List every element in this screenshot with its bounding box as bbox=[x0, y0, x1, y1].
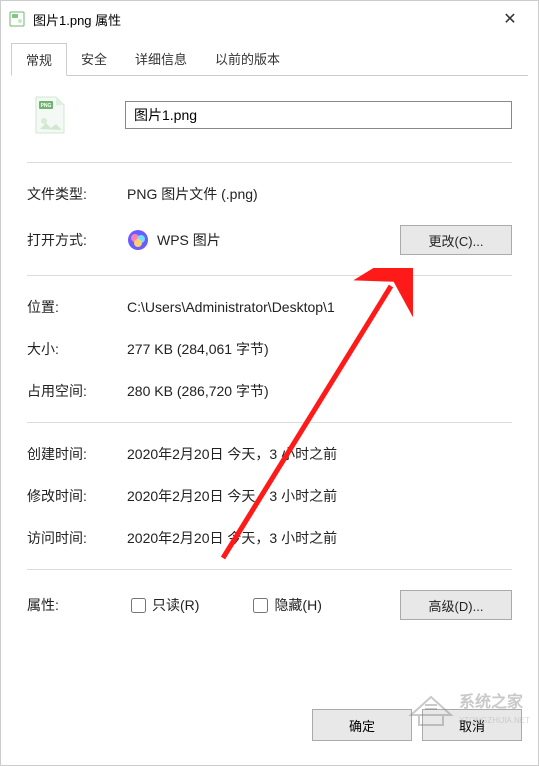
title-icon bbox=[9, 11, 25, 27]
tab-details[interactable]: 详细信息 bbox=[121, 43, 201, 75]
value-sizedisk: 280 KB (286,720 字节) bbox=[127, 381, 512, 401]
tab-strip: 常规 安全 详细信息 以前的版本 bbox=[11, 43, 528, 76]
tab-content: PNG 文件类型: PNG 图片文件 (.png) 打开方式: bbox=[1, 76, 538, 650]
label-modified: 修改时间: bbox=[27, 486, 127, 506]
close-button[interactable]: ✕ bbox=[490, 9, 530, 29]
svg-text:PNG: PNG bbox=[41, 103, 52, 109]
ok-button[interactable]: 确定 bbox=[312, 709, 412, 741]
titlebar: 图片1.png 属性 ✕ bbox=[1, 1, 538, 37]
value-accessed: 2020年2月20日 今天，3 小时之前 bbox=[127, 528, 512, 548]
value-filetype: PNG 图片文件 (.png) bbox=[127, 184, 512, 204]
filename-input[interactable] bbox=[125, 101, 512, 129]
file-type-icon: PNG bbox=[29, 94, 71, 136]
separator bbox=[27, 275, 512, 276]
change-button[interactable]: 更改(C)... bbox=[400, 225, 512, 255]
separator bbox=[27, 422, 512, 423]
separator bbox=[27, 162, 512, 163]
checkbox-hidden-input[interactable] bbox=[253, 598, 268, 613]
checkbox-readonly-label: 只读(R) bbox=[152, 595, 199, 615]
value-created: 2020年2月20日 今天，3 小时之前 bbox=[127, 444, 512, 464]
label-location: 位置: bbox=[27, 297, 127, 317]
tab-security[interactable]: 安全 bbox=[67, 43, 121, 75]
tab-general[interactable]: 常规 bbox=[11, 43, 67, 76]
label-created: 创建时间: bbox=[27, 444, 127, 464]
properties-dialog: 图片1.png 属性 ✕ 常规 安全 详细信息 以前的版本 PNG bbox=[0, 0, 539, 766]
app-icon bbox=[127, 229, 149, 251]
label-accessed: 访问时间: bbox=[27, 528, 127, 548]
label-size: 大小: bbox=[27, 339, 127, 359]
checkbox-hidden[interactable]: 隐藏(H) bbox=[249, 595, 321, 616]
checkbox-readonly[interactable]: 只读(R) bbox=[127, 595, 199, 616]
value-openwith: WPS 图片 bbox=[157, 230, 400, 250]
value-modified: 2020年2月20日 今天，3 小时之前 bbox=[127, 486, 512, 506]
dialog-footer: 确定 取消 bbox=[1, 697, 538, 765]
window-title: 图片1.png 属性 bbox=[33, 10, 490, 29]
label-filetype: 文件类型: bbox=[27, 184, 127, 204]
value-location: C:\Users\Administrator\Desktop\1 bbox=[127, 299, 512, 315]
advanced-button[interactable]: 高级(D)... bbox=[400, 590, 512, 620]
value-size: 277 KB (284,061 字节) bbox=[127, 339, 512, 359]
label-openwith: 打开方式: bbox=[27, 230, 127, 250]
checkbox-hidden-label: 隐藏(H) bbox=[274, 595, 321, 615]
tab-previous-versions[interactable]: 以前的版本 bbox=[201, 43, 294, 75]
cancel-button[interactable]: 取消 bbox=[422, 709, 522, 741]
separator bbox=[27, 569, 512, 570]
checkbox-readonly-input[interactable] bbox=[131, 598, 146, 613]
label-sizedisk: 占用空间: bbox=[27, 381, 127, 401]
label-attributes: 属性: bbox=[27, 595, 127, 615]
